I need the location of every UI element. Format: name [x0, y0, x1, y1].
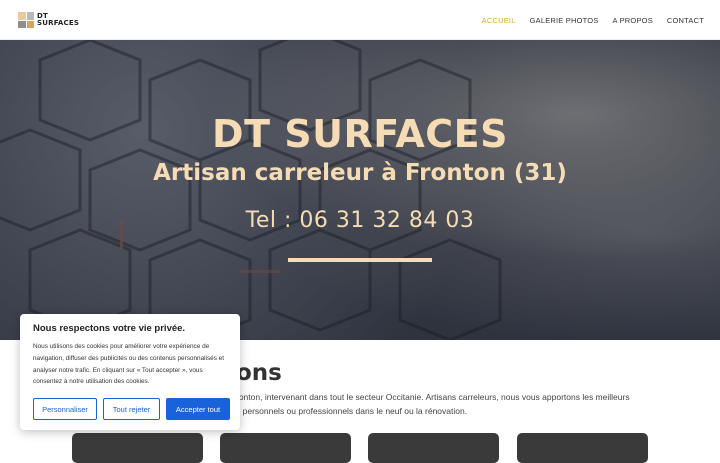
cookie-consent-banner: Nous respectons votre vie privée. Nous u…	[20, 314, 240, 430]
cookie-text: Nous utilisons des cookies pour améliore…	[33, 343, 225, 386]
nav-galerie-photos[interactable]: GALERIE PHOTOS	[530, 16, 599, 25]
site-logo[interactable]: DT SURFACES	[18, 11, 79, 29]
accept-all-button[interactable]: Accepter tout	[166, 398, 230, 420]
site-header: DT SURFACES ACCUEIL GALERIE PHOTOS A PRO…	[0, 0, 720, 40]
customize-button[interactable]: Personnaliser	[33, 398, 97, 420]
hero-divider	[288, 258, 432, 262]
hero-title: DT SURFACES	[212, 112, 508, 156]
service-card[interactable]	[368, 433, 499, 463]
intro-text: ronton, intervenant dans tout le secteur…	[236, 392, 630, 416]
hero-banner: DT SURFACES Artisan carreleur à Fronton …	[0, 40, 720, 340]
logo-tile-icon	[18, 12, 34, 28]
reject-all-button[interactable]: Tout rejeter	[103, 398, 160, 420]
service-card[interactable]	[72, 433, 203, 463]
main-nav: ACCUEIL GALERIE PHOTOS A PROPOS CONTACT	[482, 0, 704, 40]
section-title: ons	[236, 360, 282, 386]
service-card[interactable]	[517, 433, 648, 463]
service-card[interactable]	[220, 433, 351, 463]
hero-overlay	[0, 40, 720, 340]
cookie-title: Nous respectons votre vie privée.	[33, 323, 186, 334]
nav-a-propos[interactable]: A PROPOS	[613, 16, 653, 25]
hero-subtitle: Artisan carreleur à Fronton (31)	[153, 160, 567, 186]
cookie-buttons: Personnaliser Tout rejeter Accepter tout	[33, 398, 230, 420]
nav-contact[interactable]: CONTACT	[667, 16, 704, 25]
logo-text: DT SURFACES	[37, 12, 80, 27]
nav-accueil[interactable]: ACCUEIL	[482, 16, 516, 25]
hero-phone[interactable]: Tel : 06 31 32 84 03	[0, 208, 720, 233]
